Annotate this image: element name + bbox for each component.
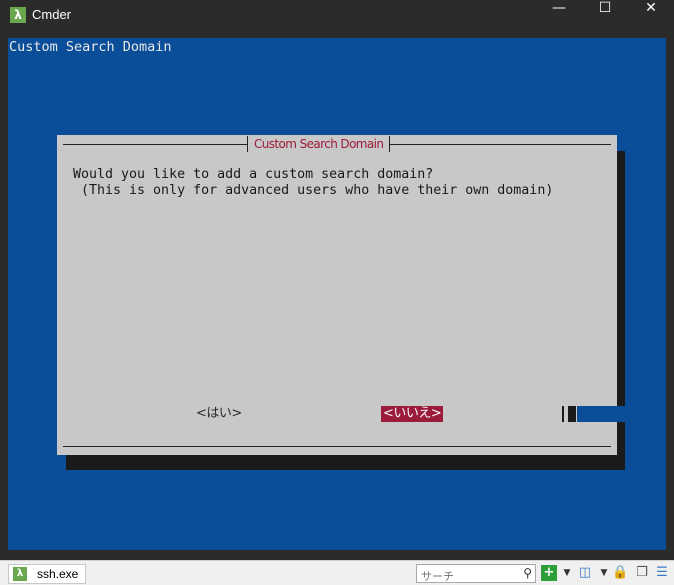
console-tab-label: ssh.exe (37, 567, 79, 581)
cmder-lambda-icon: λ (13, 567, 27, 581)
console-tab-ssh[interactable]: λ ssh.exe (8, 564, 86, 584)
no-button[interactable]: <いいえ> (381, 406, 444, 422)
lock-icon[interactable]: 🔒 (612, 565, 628, 581)
search-input[interactable] (417, 568, 521, 585)
window-title: Cmder (32, 7, 72, 22)
menu-icon[interactable]: ☰ (654, 565, 670, 581)
dialog-bottom-border (63, 446, 611, 447)
layout-icon[interactable]: ◫ (577, 565, 593, 581)
dialog-shadow-gap (617, 143, 625, 151)
add-console-icon[interactable]: + (541, 565, 557, 581)
dialog-message: Would you like to add a custom search do… (73, 167, 554, 198)
dialog-title: Custom Search Domain (247, 136, 391, 152)
cursor-block (568, 406, 576, 422)
terminal-corner (658, 550, 674, 560)
scroll-indicator (562, 406, 564, 422)
maximize-button[interactable]: ☐ (582, 0, 628, 31)
status-bar: λ ssh.exe ⚲ + ▼ ◫ ▼ 🔒 ❐ ☰ (0, 560, 674, 585)
dropdown-icon[interactable]: ▼ (559, 565, 575, 581)
search-box[interactable]: ⚲ (416, 564, 536, 585)
window-titlebar: λ Cmder — ☐ ✕ (0, 0, 674, 31)
cmder-lambda-icon: λ (10, 7, 26, 23)
window-icon[interactable]: ❐ (634, 565, 650, 581)
dropdown-icon[interactable]: ▼ (596, 565, 612, 581)
yes-button[interactable]: <はい> (194, 406, 244, 422)
minimize-button[interactable]: — (536, 0, 582, 31)
terminal-header-text: Custom Search Domain (9, 39, 172, 55)
close-button[interactable]: ✕ (628, 0, 674, 31)
custom-search-domain-dialog: Custom Search Domain Would you like to a… (57, 135, 617, 455)
search-icon[interactable]: ⚲ (523, 566, 532, 580)
dialog-shadow-bar (577, 406, 625, 422)
